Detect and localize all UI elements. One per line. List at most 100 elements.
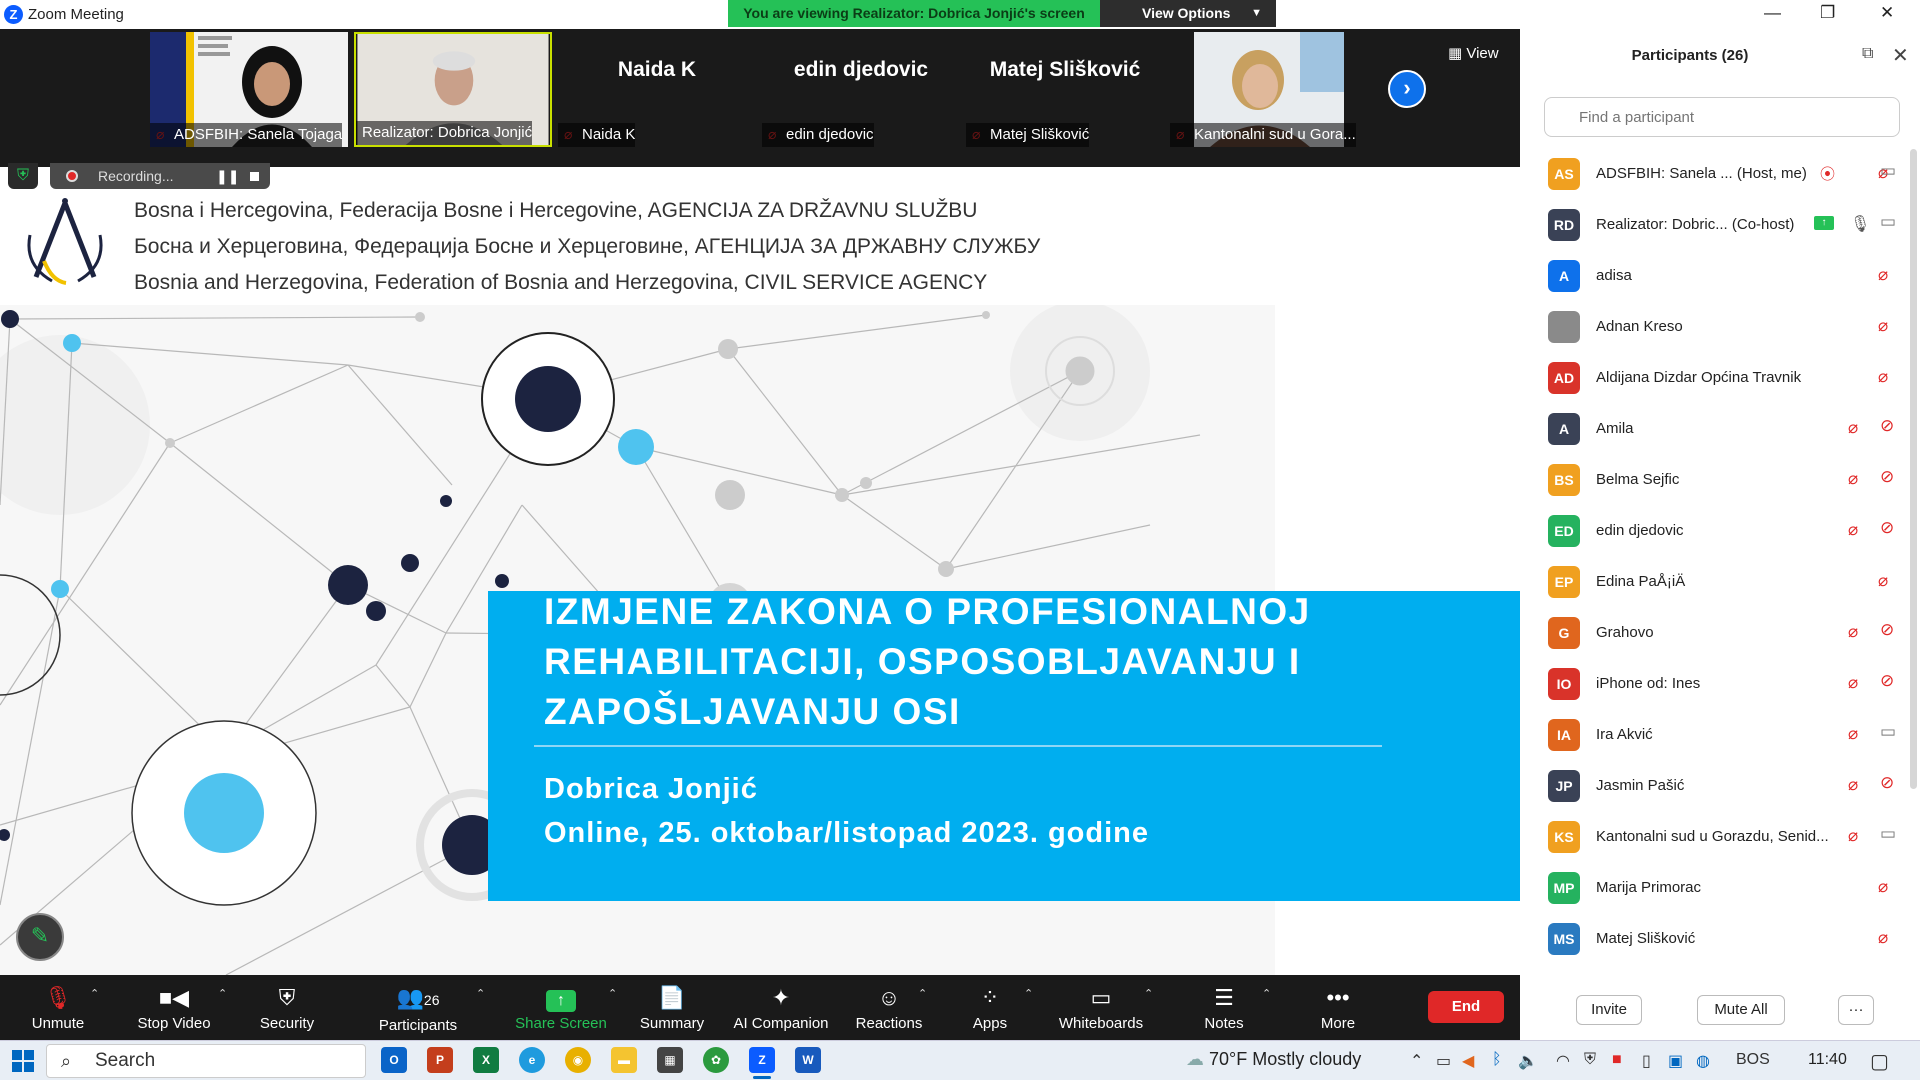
antivirus-icon[interactable]: ■ — [1612, 1051, 1622, 1069]
notes-button[interactable]: ☰ Notes ⌃ — [1194, 975, 1271, 1040]
more-options-button[interactable]: ··· — [1838, 995, 1874, 1025]
unmute-button[interactable]: 🎙 Unmute ⌃ — [20, 975, 99, 1040]
participant-row[interactable]: ED edin djedovic ⌀ ⊘ — [1520, 506, 1920, 557]
language-indicator[interactable]: BOS — [1736, 1051, 1770, 1069]
participant-row[interactable]: JP Jasmin Pašić ⌀ ⊘ — [1520, 761, 1920, 812]
close-panel-icon[interactable]: ✕ — [1892, 43, 1909, 68]
chevron-up-icon[interactable]: ⌃ — [476, 987, 485, 1000]
bluetooth-icon[interactable]: ᛒ — [1492, 1051, 1502, 1069]
restore-icon[interactable]: ❐ — [1820, 3, 1835, 23]
chevron-up-icon[interactable]: ⌃ — [1144, 987, 1153, 1000]
participant-row[interactable]: MS Matej Slišković ⌀ — [1520, 914, 1920, 965]
participant-row[interactable]: IA Ira Akvić ⌀ ▭ — [1520, 710, 1920, 761]
chevron-up-icon[interactable]: ⌃ — [1262, 987, 1271, 1000]
video-tile[interactable]: ⌀ Kantonalni sud u Gora... — [1170, 32, 1368, 147]
people-icon: 👥26 — [396, 985, 440, 1010]
participant-search-input[interactable] — [1544, 97, 1900, 137]
view-button-label: View — [1466, 45, 1499, 62]
chevron-up-icon[interactable]: ⌃ — [1024, 987, 1033, 1000]
screen-share-banner: You are viewing Realizator: Dobrica Jonj… — [728, 0, 1100, 27]
participant-row[interactable]: KS Kantonalni sud u Gorazdu, Senid... ⌀ ▭ — [1520, 812, 1920, 863]
edge-icon[interactable]: e — [519, 1047, 545, 1073]
participant-avatar: MS — [1548, 923, 1580, 955]
minimize-icon[interactable]: — — [1764, 3, 1781, 23]
summary-button[interactable]: 📄 Summary — [636, 975, 708, 1040]
participant-row[interactable]: AS ADSFBIH: Sanela ... (Host, me) ⦿ ⌀ ▭ — [1520, 149, 1920, 200]
notifications-icon[interactable]: ▢ — [1870, 1049, 1889, 1074]
chrome-icon[interactable]: ◉ — [565, 1047, 591, 1073]
weather-widget[interactable]: ☁ 70°F Mostly cloudy — [1186, 1049, 1361, 1070]
participant-avatar: A — [1548, 260, 1580, 292]
end-meeting-button[interactable]: End — [1428, 991, 1504, 1023]
apps-button[interactable]: ⁘ Apps ⌃ — [960, 975, 1033, 1040]
participant-row[interactable]: EP Edina PaÅ¡iÄ ⌀ — [1520, 557, 1920, 608]
chevron-up-icon[interactable]: ⌃ — [90, 987, 99, 1000]
participant-list-scrollbar[interactable] — [1910, 149, 1917, 789]
battery-icon[interactable]: ▭ — [1436, 1051, 1451, 1071]
more-button[interactable]: ••• More — [1308, 975, 1368, 1040]
ai-companion-button[interactable]: ✦ AI Companion — [730, 975, 832, 1040]
zoom-tray-icon[interactable]: ◍ — [1696, 1051, 1710, 1071]
participant-row[interactable]: Adnan Kreso ⌀ — [1520, 302, 1920, 353]
security-shield-icon[interactable]: ⛨ — [8, 163, 38, 189]
annotate-pen-icon[interactable]: ✎ — [16, 913, 64, 961]
participant-avatar: IA — [1548, 719, 1580, 751]
excel-icon[interactable]: X — [473, 1047, 499, 1073]
tile-name-label: Kantonalni sud u Gora... — [1170, 123, 1356, 147]
participant-row[interactable]: Aadisa ⌀ — [1520, 251, 1920, 302]
app-tray-icon[interactable]: ◀ — [1462, 1051, 1474, 1071]
chevron-up-icon[interactable]: ⌃ — [918, 987, 927, 1000]
video-tile[interactable]: ⌀ ADSFBIH: Sanela Tojaga — [150, 32, 348, 147]
participant-row[interactable]: AD Aldijana Dizdar Općina Travnik ⌀ — [1520, 353, 1920, 404]
stop-video-button[interactable]: ■◀ Stop Video ⌃ — [128, 975, 227, 1040]
reactions-button[interactable]: ☺ Reactions ⌃ — [852, 975, 928, 1040]
file-explorer-icon[interactable]: ▬ — [611, 1047, 637, 1073]
muted-mic-icon: ⌀ — [1878, 571, 1889, 590]
usb-icon[interactable]: ▯ — [1642, 1051, 1651, 1071]
volume-icon[interactable]: 🔈 — [1518, 1051, 1538, 1071]
muted-mic-icon: ⌀ — [1878, 367, 1889, 386]
view-button[interactable]: ▦ View — [1448, 44, 1499, 62]
wifi-icon[interactable]: ◠ — [1556, 1051, 1570, 1071]
video-tile[interactable]: Matej Slišković ⌀ Matej Slišković — [966, 32, 1164, 147]
participant-row[interactable]: IO iPhone od: Ines ⌀ ⊘ — [1520, 659, 1920, 710]
close-window-icon[interactable]: ✕ — [1880, 3, 1894, 23]
video-tile[interactable]: edin djedovic ⌀ edin djedovic — [762, 32, 960, 147]
stop-recording-icon[interactable] — [250, 172, 259, 181]
view-options-button[interactable]: View Options ▼ — [1100, 0, 1276, 27]
participant-row[interactable]: G Grahovo ⌀ ⊘ — [1520, 608, 1920, 659]
participant-name: ADSFBIH: Sanela ... (Host, me) — [1596, 165, 1807, 182]
powerpoint-icon[interactable]: P — [427, 1047, 453, 1073]
windows-start-icon[interactable] — [12, 1050, 34, 1072]
pause-recording-icon[interactable]: ❚❚ — [216, 163, 239, 189]
participant-name: Grahovo — [1596, 624, 1654, 641]
video-tile-active-speaker[interactable]: Realizator: Dobrica Jonjić — [354, 32, 552, 147]
app-icon[interactable]: ✿ — [703, 1047, 729, 1073]
whiteboards-button[interactable]: ▭ Whiteboards ⌃ — [1052, 975, 1153, 1040]
next-page-button[interactable]: › — [1388, 70, 1426, 108]
security-button[interactable]: ⛨ Security — [252, 975, 322, 1040]
chevron-down-icon: ▼ — [1251, 7, 1262, 19]
pop-out-icon[interactable]: ⧉ — [1862, 45, 1873, 63]
store-icon[interactable]: ▦ — [657, 1047, 683, 1073]
chevron-up-icon[interactable]: ⌃ — [608, 987, 617, 1000]
word-icon[interactable]: W — [795, 1047, 821, 1073]
participant-row[interactable]: BS Belma Sejfic ⌀ ⊘ — [1520, 455, 1920, 506]
participant-row[interactable]: RD Realizator: Dobric... (Co-host) ↑ 🎙 ▭ — [1520, 200, 1920, 251]
taskbar-clock[interactable]: 11:40 — [1808, 1051, 1847, 1069]
chevron-up-icon[interactable]: ⌃ — [218, 987, 227, 1000]
participant-name: Edina PaÅ¡iÄ — [1596, 573, 1686, 590]
participant-row[interactable]: MP Marija Primorac ⌀ — [1520, 863, 1920, 914]
security-tray-icon[interactable]: ⛨ — [1584, 1051, 1596, 1069]
outlook-icon[interactable]: O — [381, 1047, 407, 1073]
invite-button[interactable]: Invite — [1576, 995, 1642, 1025]
share-screen-button[interactable]: ↑ Share Screen ⌃ — [512, 975, 617, 1040]
video-tile[interactable]: Naida K ⌀ Naida K — [558, 32, 756, 147]
mute-all-button[interactable]: Mute All — [1697, 995, 1785, 1025]
chevron-up-icon[interactable]: ⌃ — [1410, 1051, 1423, 1071]
network-icon[interactable]: ▣ — [1668, 1051, 1683, 1071]
participants-button[interactable]: 👥26 Participants ⌃ — [372, 975, 485, 1040]
taskbar-search-box[interactable]: ⌕ Search — [46, 1044, 366, 1078]
participant-row[interactable]: A Amila ⌀ ⊘ — [1520, 404, 1920, 455]
zoom-taskbar-icon[interactable]: Z — [749, 1047, 775, 1079]
